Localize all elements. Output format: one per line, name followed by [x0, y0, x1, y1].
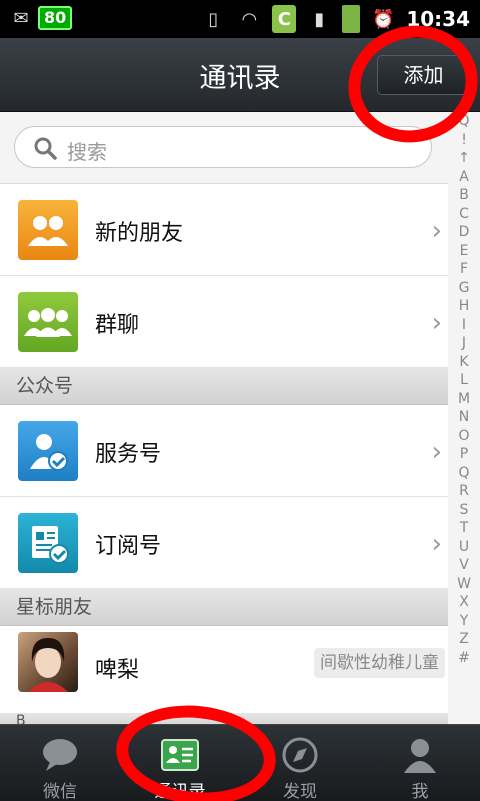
index-letter[interactable]: P: [448, 445, 480, 464]
list-item-label: 服务号: [95, 442, 162, 467]
index-letter[interactable]: K: [448, 353, 480, 372]
search-icon: [34, 137, 57, 160]
list-item-group-chat[interactable]: 群聊 ›: [0, 276, 448, 368]
chevron-right-icon: ›: [431, 437, 442, 467]
signal-icon: ▮: [314, 8, 325, 30]
status-left: ✉ 80: [8, 5, 73, 31]
index-letter[interactable]: Y: [448, 612, 480, 631]
contact-name: 啤梨: [95, 658, 140, 683]
index-letter[interactable]: ↑: [448, 149, 480, 168]
c-app-icon: C: [272, 5, 297, 33]
index-letter[interactable]: !: [448, 131, 480, 150]
vibrate-icon: ▯: [208, 8, 219, 30]
battery-badge: 80: [38, 6, 73, 30]
index-letter[interactable]: Q: [448, 464, 480, 483]
index-letter[interactable]: N: [448, 408, 480, 427]
index-letter[interactable]: Z: [448, 630, 480, 649]
list-item-subscription-account[interactable]: 订阅号 ›: [0, 497, 448, 589]
index-letter[interactable]: A: [448, 168, 480, 187]
index-letter[interactable]: L: [448, 371, 480, 390]
person-icon: [404, 739, 436, 773]
index-letter[interactable]: J: [448, 334, 480, 353]
group-chat-icon: [18, 292, 78, 352]
index-letter[interactable]: D: [448, 223, 480, 242]
index-letter[interactable]: X: [448, 593, 480, 612]
index-letter[interactable]: #: [448, 649, 480, 668]
index-letter[interactable]: T: [448, 519, 480, 538]
mail-icon: ✉: [13, 7, 29, 29]
list-item-starred-friend[interactable]: 啤梨 间歇性幼稚儿童: [0, 626, 448, 714]
alarm-icon: ⏰: [372, 8, 395, 30]
index-letter[interactable]: W: [448, 575, 480, 594]
search-placeholder: 搜索: [67, 140, 107, 164]
list-item-new-friends[interactable]: 新的朋友 ›: [0, 184, 448, 276]
section-header-public: 公众号: [0, 368, 448, 405]
subscription-account-icon: [18, 513, 78, 573]
index-letter[interactable]: G: [448, 279, 480, 298]
chevron-right-icon: ›: [431, 529, 442, 559]
list-item-label: 新的朋友: [95, 221, 184, 246]
battery-icon: [342, 5, 361, 33]
chat-bubble-icon: [43, 739, 77, 771]
index-letter[interactable]: R: [448, 482, 480, 501]
service-account-icon: [18, 421, 78, 481]
index-letter[interactable]: F: [448, 260, 480, 279]
tab-label: 我: [411, 782, 429, 801]
tab-label: 微信: [43, 782, 77, 801]
section-header-starred: 星标朋友: [0, 589, 448, 626]
index-letter[interactable]: H: [448, 297, 480, 316]
avatar: [18, 632, 78, 692]
compass-icon: [282, 737, 318, 773]
index-letter[interactable]: O: [448, 427, 480, 446]
list-item-service-account[interactable]: 服务号 ›: [0, 405, 448, 497]
index-letter[interactable]: I: [448, 316, 480, 335]
tab-chats[interactable]: 微信: [0, 725, 120, 801]
chevron-right-icon: ›: [431, 216, 442, 246]
new-friends-icon: [18, 200, 78, 260]
wifi-icon: ◠: [241, 8, 258, 30]
index-letter[interactable]: U: [448, 538, 480, 557]
index-letter[interactable]: E: [448, 242, 480, 261]
index-letter[interactable]: C: [448, 205, 480, 224]
search-input[interactable]: 搜索: [14, 126, 432, 168]
list-item-label: 订阅号: [95, 534, 162, 559]
index-letter[interactable]: V: [448, 556, 480, 575]
list-item-label: 群聊: [95, 313, 140, 338]
index-letter[interactable]: B: [448, 186, 480, 205]
contact-signature: 间歇性幼稚儿童: [314, 648, 445, 678]
index-letter[interactable]: S: [448, 501, 480, 520]
chevron-right-icon: ›: [431, 308, 442, 338]
index-letter[interactable]: M: [448, 390, 480, 409]
tab-me[interactable]: 我: [360, 725, 480, 801]
alphabet-index[interactable]: Q ! ↑ A B C D E F G H I J K L M N O P Q …: [448, 112, 480, 724]
